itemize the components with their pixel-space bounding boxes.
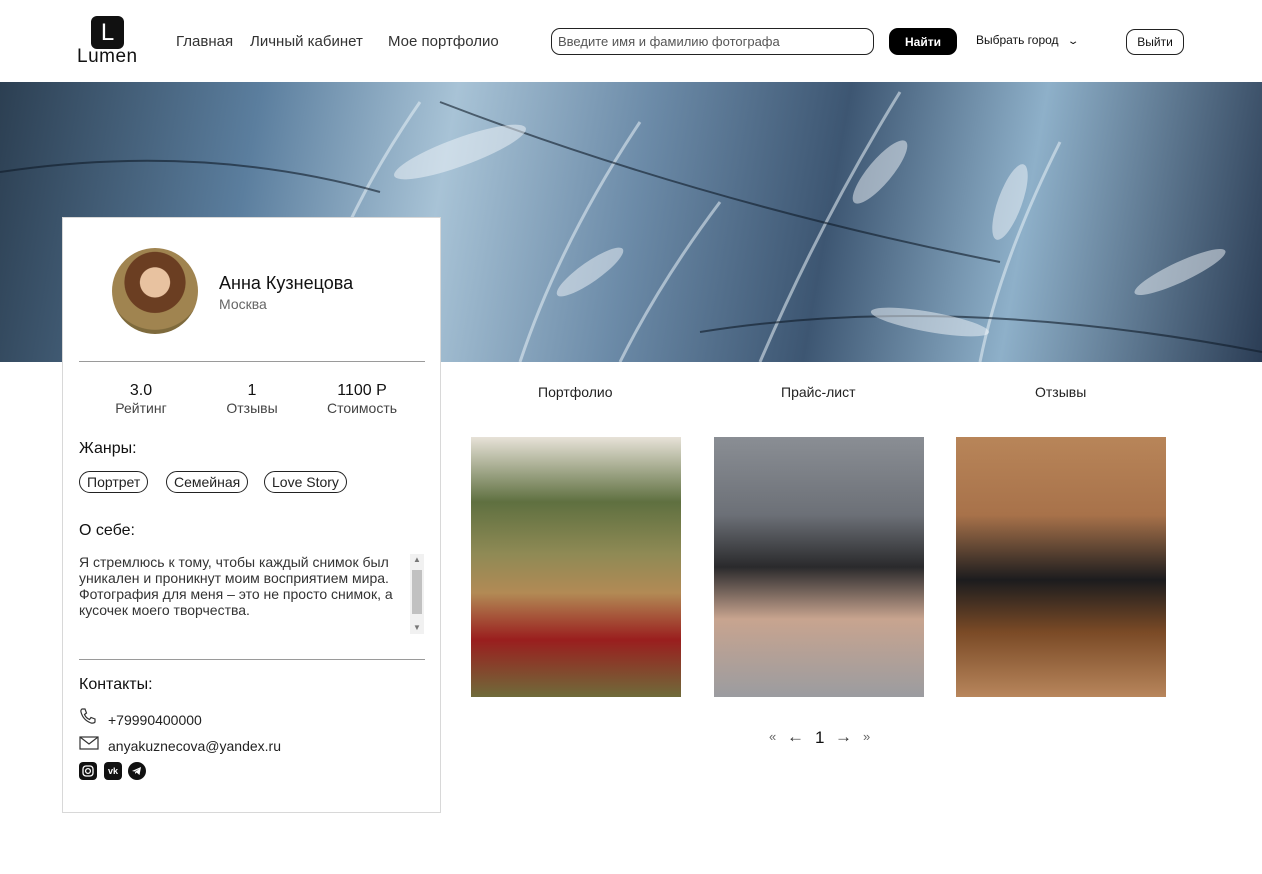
- logout-button[interactable]: Выйти: [1126, 29, 1184, 55]
- stat-price-label: Стоимость: [326, 400, 398, 416]
- city-select-label: Выбрать город: [976, 33, 1059, 47]
- tab-price-list[interactable]: Прайс-лист: [781, 384, 856, 400]
- contacts-title: Контакты:: [79, 676, 153, 693]
- pagination-current[interactable]: 1: [815, 728, 824, 748]
- stat-rating-value: 3.0: [129, 382, 153, 399]
- instagram-icon[interactable]: [79, 762, 97, 780]
- pagination-next[interactable]: →: [835, 727, 852, 747]
- stat-rating: 3.0 Рейтинг: [91, 382, 191, 416]
- scroll-down-icon[interactable]: ▼: [410, 622, 424, 634]
- logo-mark: L: [91, 16, 124, 49]
- scrollbar-thumb[interactable]: [412, 570, 422, 614]
- avatar: [112, 248, 198, 334]
- stat-rating-label: Рейтинг: [115, 400, 167, 416]
- phone-text: +79990400000: [108, 712, 202, 728]
- portfolio-photo[interactable]: [471, 437, 681, 697]
- nav-link-portfolio[interactable]: Мое портфолио: [388, 33, 499, 50]
- contact-email[interactable]: anyakuznecova@yandex.ru: [79, 735, 281, 754]
- logo[interactable]: L Lumen: [77, 16, 139, 68]
- vk-icon[interactable]: vk: [104, 762, 122, 780]
- pagination-first[interactable]: «: [769, 729, 776, 744]
- top-header: L Lumen Главная Личный кабинет Мое портф…: [0, 0, 1262, 82]
- tab-portfolio[interactable]: Портфолио: [538, 384, 613, 400]
- stat-price: 1100 Р Стоимость: [312, 382, 412, 416]
- portfolio-photo[interactable]: [714, 437, 924, 697]
- genre-tag-family[interactable]: Семейная: [166, 471, 249, 493]
- contact-phone[interactable]: +79990400000: [79, 707, 202, 728]
- city-select[interactable]: Выбрать город ⌄: [976, 33, 1080, 47]
- stat-reviews-value: 1: [247, 382, 257, 399]
- profile-name: Анна Кузнецова: [219, 273, 354, 293]
- about-scrollbar[interactable]: ▲ ▼: [410, 554, 424, 634]
- pagination-last[interactable]: »: [863, 729, 870, 744]
- divider: [79, 361, 425, 362]
- about-title: О себе:: [79, 522, 135, 539]
- genre-tag-portrait[interactable]: Портрет: [79, 471, 149, 493]
- phone-icon: [79, 707, 99, 728]
- email-text: anyakuznecova@yandex.ru: [108, 738, 281, 754]
- mail-icon: [79, 735, 99, 754]
- find-button[interactable]: Найти: [889, 28, 957, 55]
- profile-city: Москва: [219, 296, 267, 312]
- scroll-up-icon[interactable]: ▲: [410, 554, 424, 566]
- portfolio-photo[interactable]: [956, 437, 1166, 697]
- chevron-down-icon: ⌄: [1066, 36, 1080, 47]
- telegram-icon[interactable]: [128, 762, 146, 780]
- logo-text: Lumen: [77, 46, 138, 67]
- profile-card: Анна Кузнецова Москва 3.0 Рейтинг 1 Отзы…: [62, 217, 441, 813]
- nav-link-home[interactable]: Главная: [176, 33, 233, 50]
- search-input[interactable]: [551, 28, 874, 55]
- stat-price-value: 1100 Р: [337, 382, 387, 399]
- tab-reviews[interactable]: Отзывы: [1035, 384, 1086, 400]
- about-text: Я стремлюсь к тому, чтобы каждый снимок …: [79, 554, 393, 618]
- divider: [79, 659, 425, 660]
- stat-reviews: 1 Отзывы: [202, 382, 302, 416]
- nav-link-account[interactable]: Личный кабинет: [250, 33, 363, 50]
- genres-title: Жанры:: [79, 440, 137, 457]
- genre-tag-love-story[interactable]: Love Story: [264, 471, 347, 493]
- pagination-prev[interactable]: ←: [787, 727, 804, 747]
- stat-reviews-label: Отзывы: [226, 400, 278, 416]
